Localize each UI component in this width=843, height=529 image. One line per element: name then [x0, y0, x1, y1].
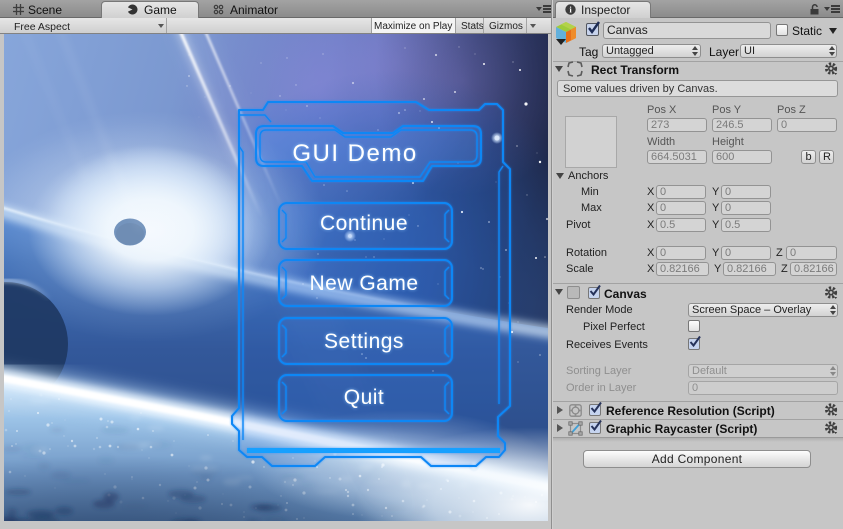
svg-text:Continue: Continue: [320, 212, 408, 235]
svg-text:New Game: New Game: [309, 272, 418, 295]
svg-text:Quit: Quit: [344, 386, 385, 409]
svg-text:GUI Demo: GUI Demo: [292, 140, 417, 167]
svg-text:Settings: Settings: [324, 330, 404, 353]
